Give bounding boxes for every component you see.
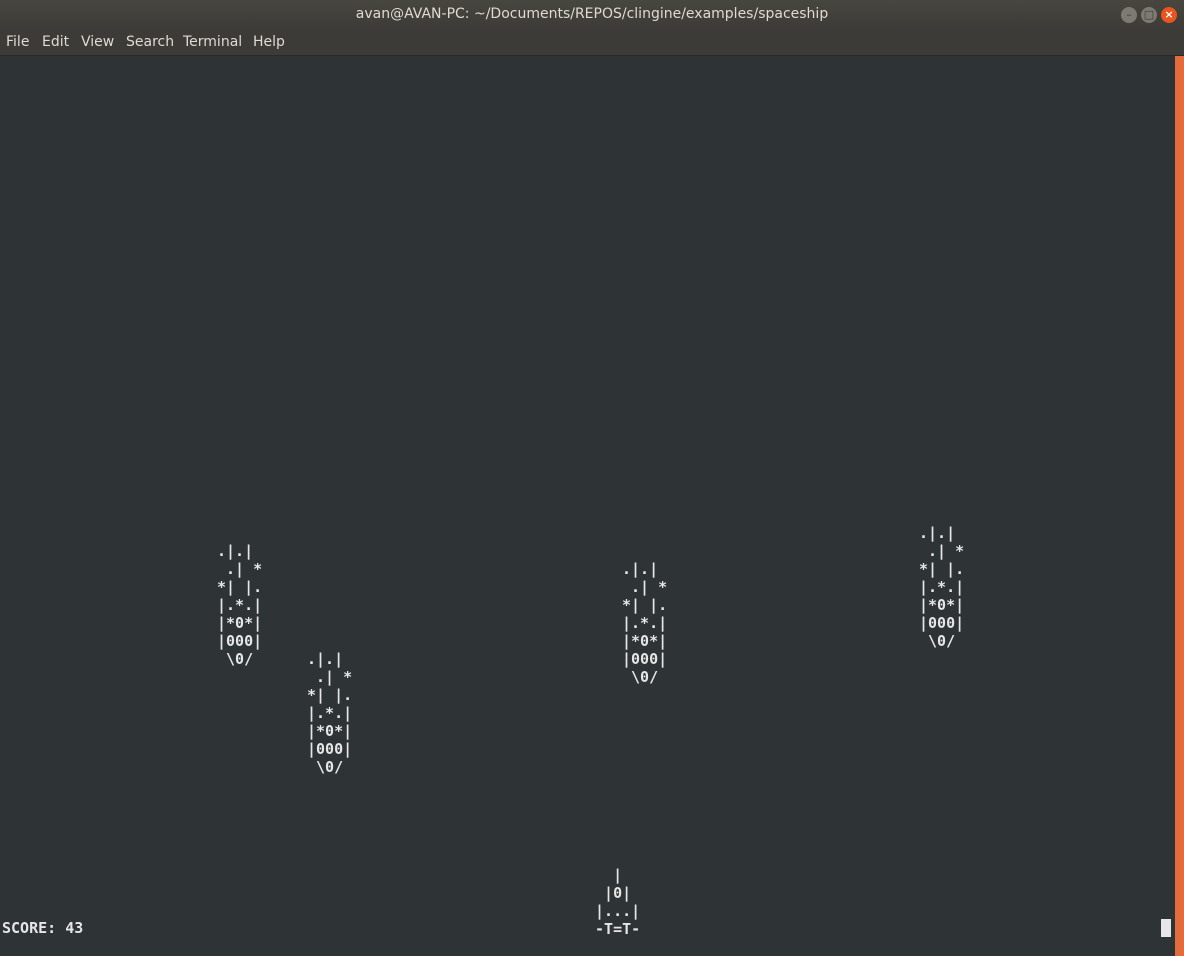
menu-help[interactable]: Help — [253, 34, 285, 50]
window-title: avan@AVAN-PC: ~/Documents/REPOS/clingine… — [355, 6, 829, 22]
menu-view[interactable]: View — [81, 34, 114, 50]
enemy-ship-2: .|.| .| * *| |. |.*.| |*0*| |000| \0/ — [307, 650, 353, 776]
maximize-icon[interactable]: □ — [1141, 7, 1157, 23]
score-readout: SCORE: 43 — [2, 919, 84, 937]
terminal-window: avan@AVAN-PC: ~/Documents/REPOS/clingine… — [0, 0, 1184, 956]
menu-terminal[interactable]: Terminal — [183, 34, 242, 50]
menu-file[interactable]: File — [6, 34, 29, 50]
menu-search[interactable]: Search — [126, 34, 174, 50]
scrollbar-thumb[interactable] — [1175, 56, 1184, 956]
player-ship: | |0| |...| -T=T- — [595, 866, 641, 938]
enemy-ship-1: .|.| .| * *| |. |.*.| |*0*| |000| \0/ — [217, 542, 263, 668]
menu-edit[interactable]: Edit — [42, 34, 69, 50]
menu-bar: File Edit View Search Terminal Help — [0, 30, 1184, 56]
terminal-cursor — [1161, 919, 1171, 937]
minimize-icon[interactable]: – — [1121, 7, 1137, 23]
close-icon[interactable]: × — [1161, 7, 1177, 23]
terminal-area[interactable] — [0, 56, 1170, 956]
enemy-ship-4: .|.| .| * *| |. |.*.| |*0*| |000| \0/ — [919, 524, 965, 650]
title-bar[interactable]: avan@AVAN-PC: ~/Documents/REPOS/clingine… — [0, 0, 1184, 30]
enemy-ship-3: .|.| .| * *| |. |.*.| |*0*| |000| \0/ — [622, 560, 668, 686]
